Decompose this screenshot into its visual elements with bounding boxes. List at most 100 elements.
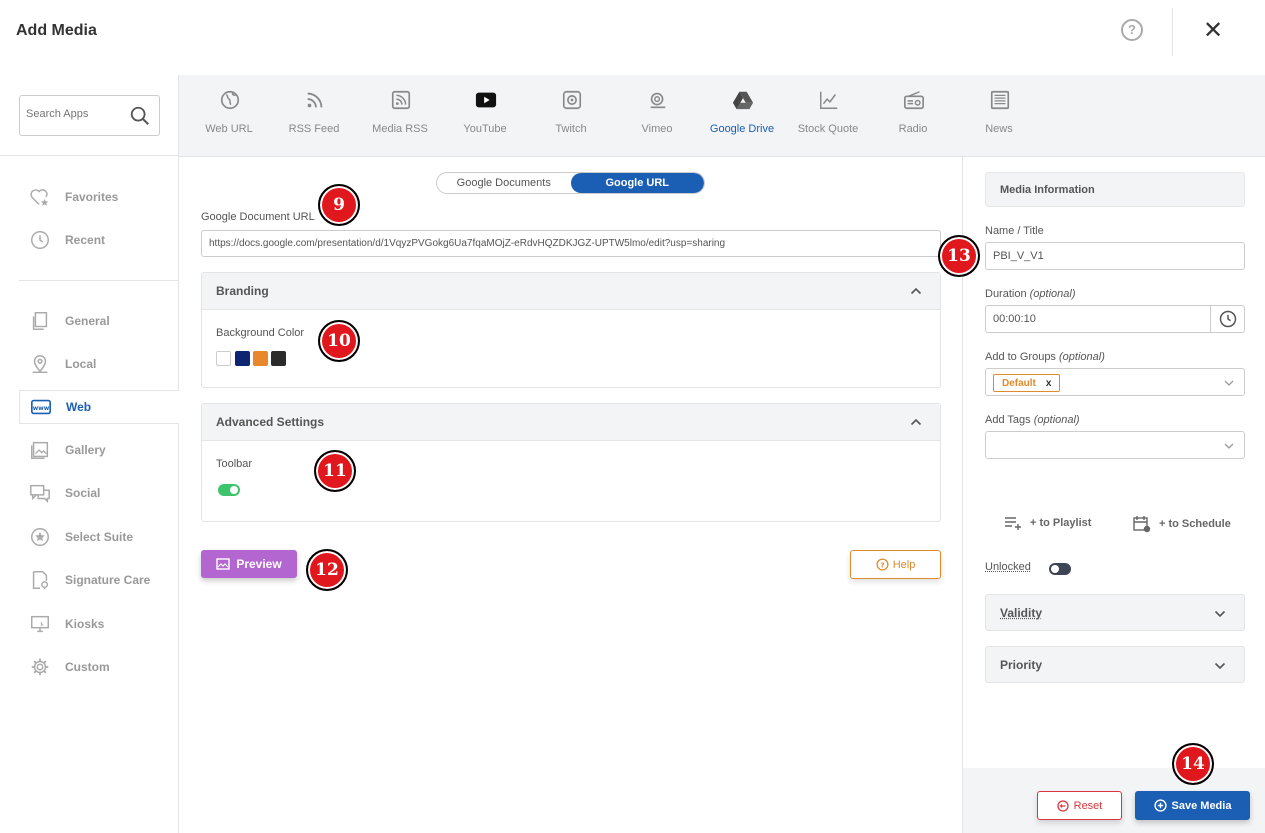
chevron-down-icon[interactable]	[1224, 441, 1234, 451]
document-pin-icon	[29, 569, 51, 591]
reset-button[interactable]: Reset	[1037, 791, 1122, 820]
sidebar-item-recent[interactable]: Recent	[19, 223, 179, 257]
tab-google-drive[interactable]: Google Drive	[699, 75, 785, 157]
tab-web-url[interactable]: Web URL	[186, 75, 272, 157]
tab-label: News	[985, 123, 1013, 135]
tab-label: YouTube	[463, 123, 507, 135]
duration-input[interactable]: 00:00:10	[985, 305, 1211, 333]
advanced-title: Advanced Settings	[216, 415, 325, 429]
annotation-badge-14: 14	[1172, 743, 1214, 785]
plus-circle-icon	[1153, 799, 1167, 812]
sidebar-item-label: General	[65, 314, 110, 328]
svg-text:www: www	[33, 405, 50, 412]
sidebar-item-general[interactable]: General	[19, 304, 179, 338]
validity-section[interactable]: Validity	[985, 594, 1245, 631]
branding-title: Branding	[216, 284, 269, 298]
tab-youtube[interactable]: YouTube	[442, 75, 528, 157]
sidebar-item-custom[interactable]: Custom	[19, 650, 179, 684]
tab-label: Vimeo	[641, 123, 673, 135]
help-label: Help	[892, 558, 916, 571]
tab-media-rss[interactable]: Media RSS	[357, 75, 443, 157]
tab-twitch[interactable]: Twitch	[528, 75, 614, 157]
duration-label: Duration (optional)	[985, 288, 1076, 300]
sidebar-item-label: Select Suite	[65, 530, 134, 544]
sidebar-item-label: Gallery	[65, 443, 106, 457]
groups-label-text: Add to Groups	[985, 351, 1056, 363]
save-media-button[interactable]: Save Media	[1135, 791, 1250, 820]
source-toggle[interactable]: Google Documents Google URL	[436, 172, 705, 194]
tags-select[interactable]	[985, 431, 1245, 459]
preview-button[interactable]: Preview	[201, 550, 297, 578]
priority-section[interactable]: Priority	[985, 646, 1245, 683]
unlocked-toggle[interactable]	[1049, 563, 1071, 575]
tab-radio[interactable]: Radio	[870, 75, 956, 157]
swatch-navy[interactable]	[235, 351, 250, 366]
sidebar-item-local[interactable]: Local	[19, 347, 179, 381]
swatch-black[interactable]	[271, 351, 286, 366]
sidebar-item-select-suite[interactable]: Select Suite	[19, 520, 179, 554]
preview-label: Preview	[236, 557, 282, 571]
branding-panel: Branding Background Color	[201, 272, 941, 388]
tab-vimeo[interactable]: Vimeo	[614, 75, 700, 157]
tab-stock-quote[interactable]: Stock Quote	[785, 75, 871, 157]
name-input[interactable]: PBI_V_V1	[985, 242, 1245, 270]
media-rss-icon	[391, 90, 411, 110]
sidebar-item-kiosks[interactable]: Kiosks	[19, 607, 179, 641]
close-icon[interactable]: ✕	[1199, 17, 1227, 45]
sidebar-item-social[interactable]: Social	[19, 476, 179, 510]
main-content: Google Documents Google URL Google Docum…	[179, 157, 962, 833]
tab-label: RSS Feed	[288, 123, 340, 135]
tab-rss-feed[interactable]: RSS Feed	[271, 75, 357, 157]
duration-clock-button[interactable]	[1210, 305, 1245, 333]
image-icon	[216, 558, 231, 570]
priority-label: Priority	[1000, 658, 1043, 672]
add-to-schedule-button[interactable]: + to Schedule	[1133, 515, 1231, 533]
optional-hint: (optional)	[1029, 288, 1076, 300]
chevron-up-icon[interactable]	[910, 285, 922, 297]
chevron-up-icon[interactable]	[910, 416, 922, 428]
url-input[interactable]: https://docs.google.com/presentation/d/1…	[201, 230, 941, 257]
swatch-orange[interactable]	[253, 351, 268, 366]
map-pin-icon	[29, 353, 51, 375]
toolbar-toggle[interactable]	[218, 484, 240, 496]
chevron-down-icon[interactable]	[1224, 378, 1234, 388]
search-icon[interactable]	[129, 105, 151, 127]
sidebar: Favorites Recent General Local www Web G…	[0, 75, 179, 833]
sidebar-item-favorites[interactable]: Favorites	[19, 180, 179, 214]
tab-label: Radio	[898, 123, 928, 135]
search-input[interactable]	[26, 108, 121, 120]
toolbar-label: Toolbar	[216, 458, 253, 470]
optional-hint: (optional)	[1033, 414, 1080, 426]
tab-label: Twitch	[555, 123, 587, 135]
branding-header[interactable]: Branding	[202, 273, 940, 310]
search-box[interactable]	[19, 95, 160, 136]
sidebar-item-signature-care[interactable]: Signature Care	[19, 563, 179, 597]
chevron-down-icon[interactable]	[1214, 660, 1226, 672]
gear-icon	[29, 656, 51, 678]
help-icon[interactable]: ?	[1121, 19, 1143, 41]
tab-news[interactable]: News	[956, 75, 1042, 157]
annotation-badge-13: 13	[938, 235, 980, 277]
sidebar-item-label: Favorites	[65, 190, 119, 204]
swatch-white[interactable]	[216, 351, 231, 366]
tags-label: Add Tags (optional)	[985, 414, 1080, 426]
header-divider	[1172, 8, 1173, 56]
toggle-google-documents[interactable]: Google Documents	[437, 173, 571, 193]
help-button[interactable]: ? Help	[850, 550, 941, 579]
sidebar-item-web[interactable]: www Web	[19, 390, 179, 424]
advanced-header[interactable]: Advanced Settings	[202, 404, 940, 441]
group-tag-label: Default	[1002, 377, 1036, 389]
panel-footer: Reset Save Media	[963, 768, 1265, 833]
vimeo-icon	[650, 92, 666, 109]
toggle-google-url[interactable]: Google URL	[570, 173, 704, 193]
add-to-playlist-button[interactable]: + to Playlist	[1004, 515, 1091, 531]
sidebar-item-gallery[interactable]: Gallery	[19, 433, 179, 467]
copy-icon	[29, 310, 51, 332]
tag-remove-icon[interactable]: x	[1046, 378, 1052, 389]
app-tabs: Web URL RSS Feed Media RSS YouTube Twitc…	[179, 75, 1265, 157]
sidebar-divider	[19, 280, 178, 281]
sidebar-item-label: Recent	[65, 233, 106, 247]
media-info-title: Media Information	[985, 172, 1245, 207]
tab-label: Stock Quote	[797, 123, 859, 135]
chevron-down-icon[interactable]	[1214, 608, 1226, 620]
